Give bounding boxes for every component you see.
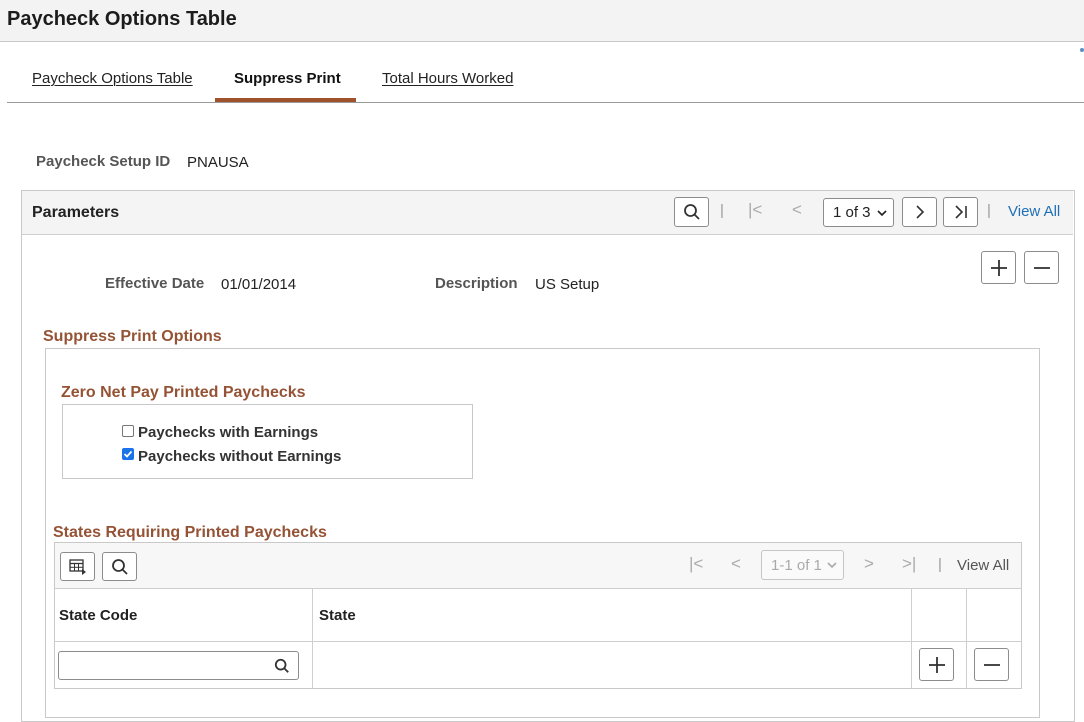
grid-add-row-button[interactable] xyxy=(919,648,954,681)
title-bar: Paycheck Options Table xyxy=(0,0,1084,42)
parameters-view-all-link[interactable]: View All xyxy=(1008,203,1060,220)
grid-pager-value: 1-1 of 1 xyxy=(771,556,822,574)
minus-icon xyxy=(1033,266,1050,269)
personalize-grid-button[interactable] xyxy=(60,552,95,581)
scroll-indicator xyxy=(1080,48,1084,52)
chevron-right-icon xyxy=(915,205,924,219)
paychecks-without-earnings-checkbox[interactable] xyxy=(122,448,134,460)
plus-icon xyxy=(928,656,945,673)
minus-icon xyxy=(983,663,1000,666)
parameters-title: Parameters xyxy=(32,204,120,221)
effective-date-value: 01/01/2014 xyxy=(221,276,297,293)
parameters-pager-select[interactable]: 1 of 3 xyxy=(823,198,894,227)
description-label: Description xyxy=(435,275,518,292)
page-title: Paycheck Options Table xyxy=(7,8,237,30)
grid-pager-select[interactable]: 1-1 of 1 xyxy=(761,550,844,580)
tab-total-hours-worked[interactable]: Total Hours Worked xyxy=(382,70,513,87)
delete-row-button[interactable] xyxy=(1024,251,1059,284)
add-row-button[interactable] xyxy=(981,251,1016,284)
chevron-down-icon xyxy=(827,562,837,569)
grid-previous-page-icon: < xyxy=(731,554,741,573)
suppress-print-options-title: Suppress Print Options xyxy=(43,328,222,345)
tab-paycheck-options-table[interactable]: Paycheck Options Table xyxy=(32,70,193,87)
last-page-icon xyxy=(954,205,967,219)
grid-settings-icon xyxy=(68,558,86,575)
description-value: US Setup xyxy=(535,276,600,293)
last-page-button[interactable] xyxy=(943,197,978,227)
states-grid-title: States Requiring Printed Paychecks xyxy=(53,524,327,541)
search-icon xyxy=(111,558,128,575)
tab-suppress-print[interactable]: Suppress Print xyxy=(234,70,341,87)
state-code-input[interactable] xyxy=(58,651,299,680)
grid-next-page-icon: > xyxy=(864,554,874,573)
zero-net-pay-title: Zero Net Pay Printed Paychecks xyxy=(61,384,306,401)
setup-id-label: Paycheck Setup ID xyxy=(36,153,171,170)
checkmark-icon xyxy=(123,450,133,458)
setup-id-value: PNAUSA xyxy=(187,154,249,171)
search-icon xyxy=(683,204,700,220)
toolbar-separator: | xyxy=(720,202,724,219)
first-page-icon[interactable]: |< xyxy=(748,200,762,220)
grid-search-button[interactable] xyxy=(102,552,137,581)
paychecks-without-earnings-label[interactable]: Paychecks without Earnings xyxy=(138,448,341,465)
grid-first-page-icon: |< xyxy=(689,554,704,573)
grid-toolbar-separator: | xyxy=(938,556,942,573)
column-header-state: State xyxy=(319,607,356,624)
tab-divider xyxy=(7,102,1084,103)
previous-page-icon[interactable]: < xyxy=(792,200,802,220)
next-page-button[interactable] xyxy=(902,197,937,227)
column-header-state-code: State Code xyxy=(59,607,138,624)
chevron-down-icon xyxy=(877,210,887,217)
states-grid-toolbar xyxy=(55,543,1021,589)
effective-date-label: Effective Date xyxy=(105,275,205,292)
plus-icon xyxy=(990,259,1007,276)
grid-delete-row-button[interactable] xyxy=(974,648,1009,681)
paychecks-with-earnings-label[interactable]: Paychecks with Earnings xyxy=(138,424,318,441)
lookup-search-icon[interactable] xyxy=(274,658,290,674)
toolbar-separator: | xyxy=(987,202,991,219)
zero-net-pay-box xyxy=(62,404,473,479)
parameters-pager-value: 1 of 3 xyxy=(833,204,871,221)
paychecks-with-earnings-checkbox[interactable] xyxy=(122,425,134,437)
grid-view-all-link[interactable]: View All xyxy=(957,557,1009,574)
grid-last-page-icon: >| xyxy=(902,554,917,573)
parameters-search-button[interactable] xyxy=(674,197,709,227)
